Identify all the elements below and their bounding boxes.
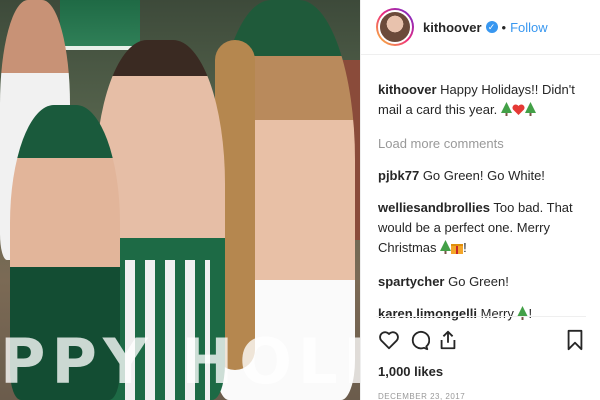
load-more-comments[interactable]: Load more comments	[378, 134, 598, 154]
comment-text: Go Green!	[448, 274, 509, 289]
caption-username[interactable]: kithoover	[378, 82, 437, 97]
post-header: kithoover ✓ • Follow	[361, 0, 600, 55]
gift-icon	[451, 240, 464, 260]
comment-username[interactable]: welliesandbrollies	[378, 200, 490, 215]
comment-text: Go Green! Go White!	[422, 168, 545, 183]
comment: welliesandbrollies Too bad. That would b…	[378, 198, 598, 260]
bookmark-icon[interactable]	[564, 329, 588, 353]
comment: spartycher Go Green!	[378, 272, 598, 292]
post-date: DECEMBER 23, 2017	[378, 392, 466, 400]
tent	[60, 0, 140, 50]
story-ring[interactable]	[376, 8, 414, 46]
share-icon[interactable]	[437, 329, 461, 353]
comment-suffix: !	[463, 240, 467, 255]
heart-icon[interactable]	[378, 329, 402, 353]
heart-emoji-icon	[512, 102, 525, 122]
comments-section: kithoover Happy Holidays!! Didn't mail a…	[378, 80, 598, 338]
tree-icon	[500, 102, 512, 122]
actions-divider	[376, 316, 586, 317]
post-panel: kithoover ✓ • Follow kithoover Happy Hol…	[360, 0, 600, 400]
avatar[interactable]	[378, 10, 412, 44]
comment: karen.limongelli Merry !	[378, 304, 598, 326]
caption: kithoover Happy Holidays!! Didn't mail a…	[378, 80, 598, 122]
comment-text: Merry	[480, 306, 514, 321]
photo-overlay-text: PPY HOLIDAYS	[0, 325, 360, 398]
header-username[interactable]: kithoover	[423, 20, 482, 35]
separator-dot: •	[501, 19, 507, 35]
comment-username[interactable]: pjbk77	[378, 168, 419, 183]
comment-icon[interactable]	[408, 329, 432, 353]
likes-count[interactable]: 1,000 likes	[378, 364, 443, 379]
comment: pjbk77 Go Green! Go White!	[378, 166, 598, 186]
action-bar	[378, 329, 588, 353]
comment-suffix: !	[528, 306, 533, 321]
follow-button[interactable]: Follow	[510, 20, 548, 35]
comment-username[interactable]: spartycher	[378, 274, 444, 289]
tree-icon	[524, 102, 536, 122]
verified-icon: ✓	[485, 21, 498, 33]
tree-icon	[440, 240, 452, 260]
post-photo[interactable]: PPY HOLIDAYS	[0, 0, 360, 400]
comment-username[interactable]: karen.limongelli	[378, 306, 477, 321]
